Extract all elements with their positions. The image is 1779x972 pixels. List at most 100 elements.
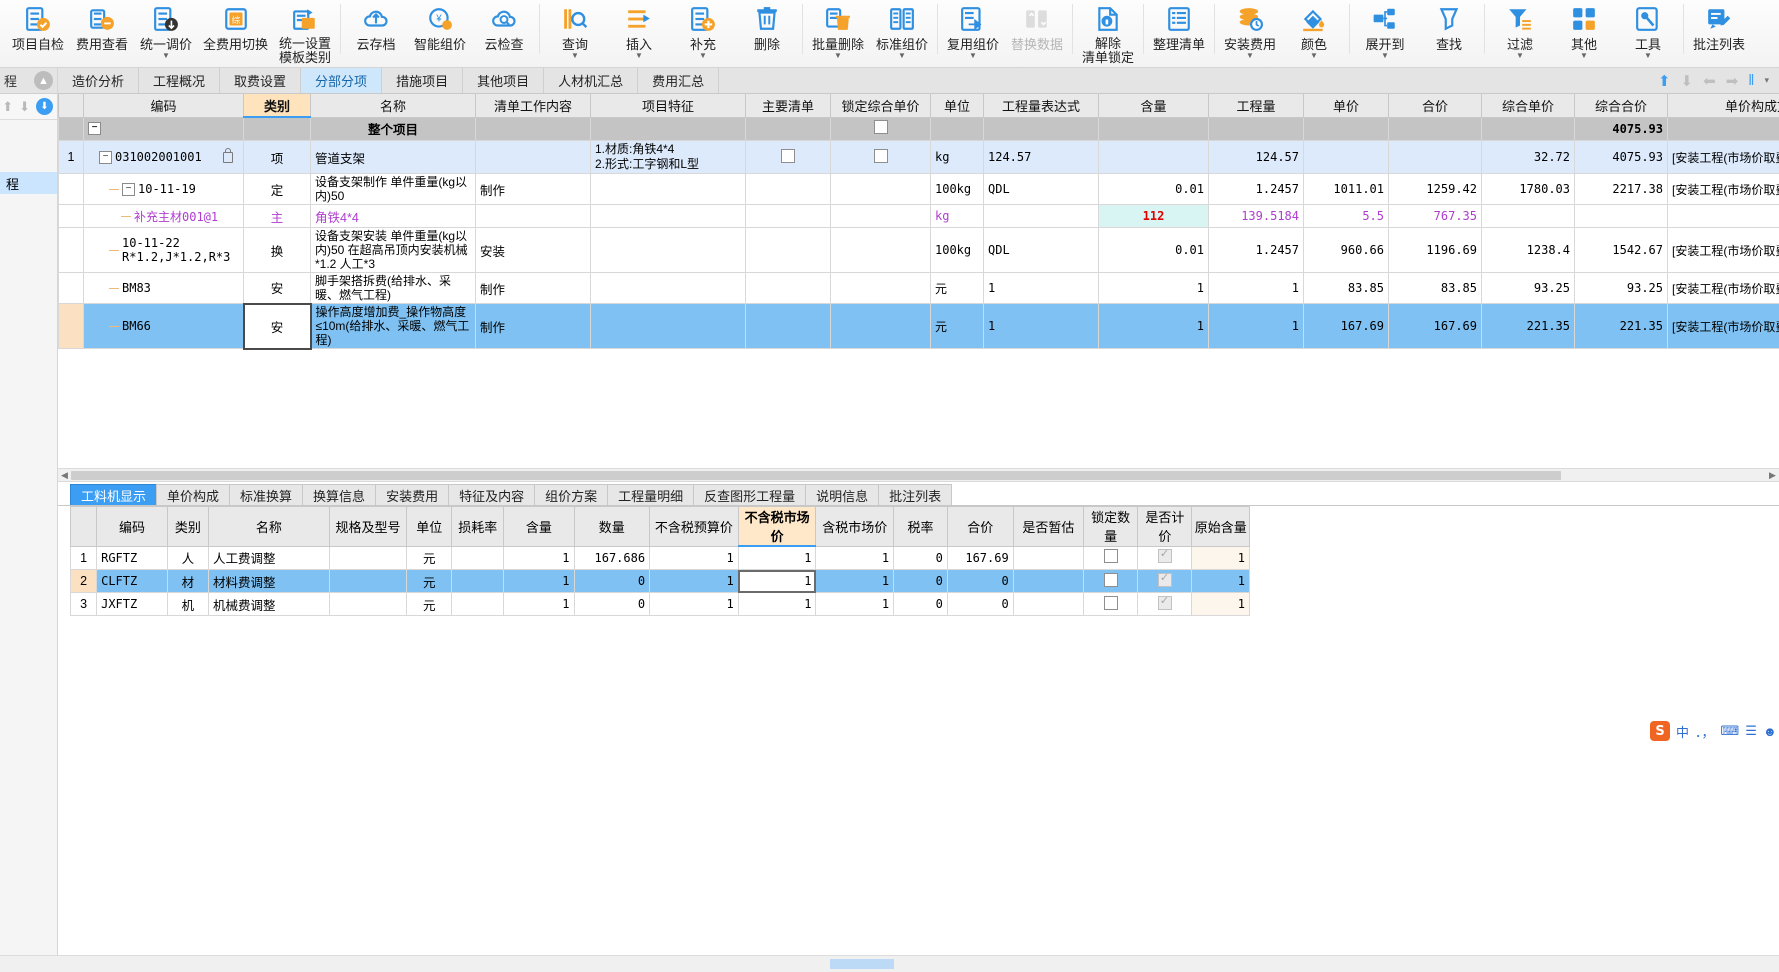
cell-code[interactable]: − [84,117,244,141]
scroll-right-icon[interactable]: ▶ [1766,470,1779,481]
cell-category[interactable]: 安 [244,304,311,349]
cell-expression[interactable] [984,205,1099,228]
cell-quantity[interactable]: 0 [574,570,650,593]
cell-category[interactable]: 安 [244,273,311,304]
cell-code[interactable]: BM83 [84,273,244,304]
ribbon-button-unlock-list[interactable]: 解除 清单锁定 [1076,0,1140,65]
cell-category[interactable]: 机 [167,593,208,616]
cell-main-list[interactable] [746,304,831,349]
detail-tab-4[interactable]: 换算信息 [302,484,376,506]
cell-tax-market-price[interactable]: 1 [816,570,894,593]
cell-price[interactable]: 5.5 [1304,205,1389,228]
lock-price-checkbox[interactable] [874,120,888,134]
chevron-down-icon[interactable]: ▼ [898,53,906,59]
cell-category[interactable]: 定 [244,174,311,205]
ribbon-button-query[interactable]: 查询▼ [543,0,607,59]
cell-tax-rate[interactable]: 0 [894,593,948,616]
row-index[interactable]: 3 [71,593,97,616]
cell-budget-price[interactable]: 1 [650,570,739,593]
sogou-logo-icon[interactable]: S [1650,721,1670,741]
table-row[interactable]: BM83安脚手架搭拆费(给排水、采暖、燃气工程)制作元11183.8583.85… [59,273,1779,304]
cell-quantity[interactable]: 1.2457 [1209,228,1304,273]
cell-content[interactable]: 1 [1099,273,1209,304]
ribbon-button-insert[interactable]: 插入▼ [607,0,671,59]
detail-grid-header-cell[interactable]: 名称 [209,507,330,547]
cell-comprehensive-price[interactable]: 32.72 [1482,141,1575,174]
cell-quantity[interactable] [1209,117,1304,141]
detail-grid-header-cell[interactable]: 原始含量 [1192,507,1250,547]
cell-name[interactable]: 管道支架 [311,141,476,174]
detail-tab-1[interactable]: 工料机显示 [70,484,157,506]
main-grid-horizontal-scrollbar[interactable]: ◀ ▶ [58,468,1779,482]
ribbon-button-unified-template[interactable]: 统一设置 模板类别 [273,0,337,65]
cell-is-priced[interactable] [1138,593,1192,616]
cell-name[interactable]: 脚手架搭拆费(给排水、采暖、燃气工程) [311,273,476,304]
detail-tab-7[interactable]: 组价方案 [534,484,608,506]
is-priced-checkbox[interactable] [1158,573,1172,587]
cell-spec[interactable] [329,593,407,616]
lock-quantity-checkbox[interactable] [1104,573,1118,587]
cell-code[interactable]: 10-11-22 R*1.2,J*1.2,R*3 [84,228,244,273]
cell-name[interactable]: 人工费调整 [209,546,330,570]
cell-comprehensive-price[interactable] [1482,117,1575,141]
cell-loss-rate[interactable] [452,546,504,570]
lock-quantity-checkbox[interactable] [1104,596,1118,610]
cell-main-list[interactable] [746,228,831,273]
cell-quantity[interactable]: 0 [574,593,650,616]
cell-amount[interactable]: 0 [947,570,1013,593]
cell-comprehensive-amount[interactable]: 2217.38 [1575,174,1668,205]
detail-grid-header-cell[interactable]: 数量 [574,507,650,547]
cell-comprehensive-price[interactable]: 93.25 [1482,273,1575,304]
cell-price[interactable]: 960.66 [1304,228,1389,273]
cell-unit[interactable]: kg [931,141,984,174]
cell-quantity[interactable]: 139.5184 [1209,205,1304,228]
detail-tab-3[interactable]: 标准换算 [229,484,303,506]
cell-name[interactable]: 设备支架安装 单件重量(kg以内)50 在超高吊顶内安装机械*1.2 人工*3 [311,228,476,273]
main-grid-header-cell[interactable]: 综合单价 [1482,94,1575,117]
ribbon-button-annotation-list[interactable]: 批注列表 [1687,0,1751,52]
ribbon-button-cloud-check[interactable]: 云检查 [472,0,536,52]
ribbon-button-expand-to[interactable]: 展开到▼ [1353,0,1417,59]
cell-price[interactable] [1304,141,1389,174]
cell-comprehensive-price[interactable] [1482,205,1575,228]
cell-price-file[interactable] [1668,117,1779,141]
cell-category[interactable]: 项 [244,141,311,174]
ribbon-button-project-check[interactable]: 项目自检 [6,0,70,52]
table-row[interactable]: 10-11-22 R*1.2,J*1.2,R*3换设备支架安装 单件重量(kg以… [59,228,1779,273]
row-index[interactable]: 2 [71,570,97,593]
detail-grid-header-cell[interactable]: 规格及型号 [329,507,407,547]
table-row[interactable]: BM66安操作高度增加费_操作物高度≤10m(给排水、采暖、燃气工程)制作元11… [59,304,1779,349]
cell-category[interactable]: 主 [244,205,311,228]
cell-quantity[interactable]: 124.57 [1209,141,1304,174]
cell-price-file[interactable]: [安装工程(市场价取费)] [1668,228,1779,273]
cell-content[interactable]: 112 [1099,205,1209,228]
cell-comprehensive-amount[interactable]: 4075.93 [1575,141,1668,174]
cell-content[interactable]: 0.01 [1099,174,1209,205]
main-list-checkbox[interactable] [781,149,795,163]
cell-origin-content[interactable]: 1 [1192,570,1250,593]
tab-7[interactable]: 人材机汇总 [544,68,638,93]
tab-4[interactable]: 分部分项 [301,68,382,93]
cell-price[interactable]: 1011.01 [1304,174,1389,205]
cell-work-content[interactable] [476,141,591,174]
tree-collapse-toggle[interactable]: − [99,151,112,164]
cell-quantity[interactable]: 1.2457 [1209,174,1304,205]
cell-unit[interactable]: 100kg [931,228,984,273]
left-rail-selected-item[interactable]: 程 [0,172,57,194]
cell-code[interactable]: BM66 [84,304,244,349]
ribbon-button-filter[interactable]: 过滤▼ [1488,0,1552,59]
cell-feature[interactable] [591,228,746,273]
cell-lock-price[interactable] [831,304,931,349]
cell-lock-quantity[interactable] [1084,593,1138,616]
detail-tab-2[interactable]: 单价构成 [156,484,230,506]
cell-lock-price[interactable] [831,117,931,141]
chevron-down-icon[interactable]: ▼ [635,53,643,59]
ribbon-button-unified-price[interactable]: 统一调价▼ [134,0,198,59]
cell-work-content[interactable] [476,117,591,141]
detail-tab-10[interactable]: 说明信息 [805,484,879,506]
ime-menu-icon[interactable]: ☰ [1745,723,1757,739]
detail-grid-container[interactable]: 编码类别名称规格及型号单位损耗率含量数量不含税预算价不含税市场价含税市场价税率合… [70,506,1250,616]
table-row[interactable]: −整个项目4075.93 [59,117,1779,141]
ribbon-button-other[interactable]: 其他▼ [1552,0,1616,59]
cell-lock-price[interactable] [831,228,931,273]
